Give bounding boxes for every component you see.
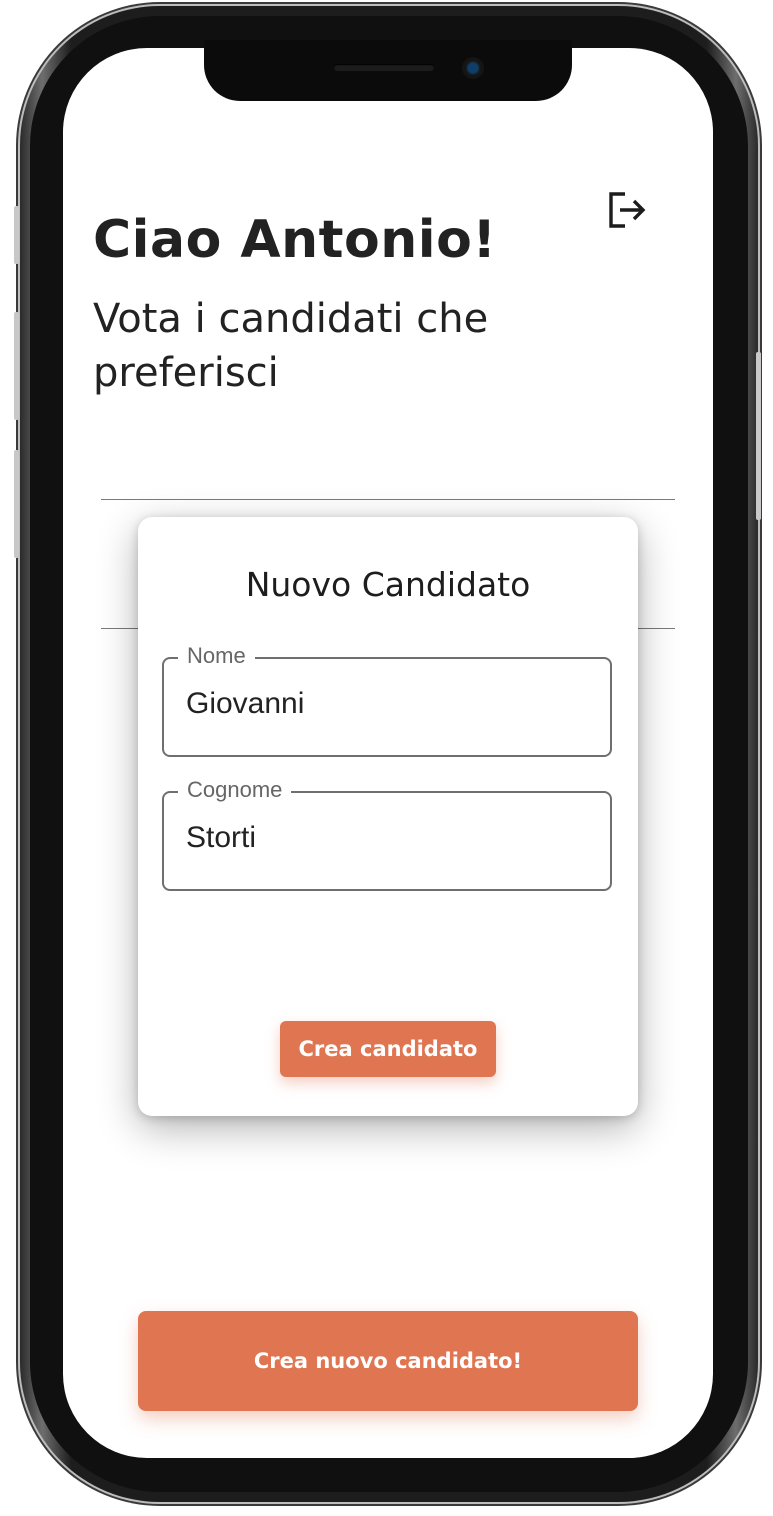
logout-icon	[609, 192, 646, 228]
volume-down-button	[14, 450, 19, 558]
volume-up-button	[14, 312, 19, 420]
create-candidate-button[interactable]: Crea candidato	[280, 1021, 496, 1077]
app-screen: Ciao Antonio! Vota i candidati che prefe…	[63, 48, 713, 1458]
new-candidate-button[interactable]: Crea nuovo candidato!	[138, 1311, 638, 1411]
front-camera	[462, 57, 484, 79]
last-name-label: Cognome	[178, 777, 292, 803]
silent-switch	[14, 206, 19, 264]
last-name-value: Storti	[186, 821, 257, 854]
last-name-field[interactable]: Cognome Storti	[162, 777, 612, 891]
greeting-title: Ciao Antonio!	[93, 210, 497, 270]
logout-button[interactable]	[605, 188, 649, 232]
divider-top	[101, 499, 675, 500]
page-subtitle: Vota i candidati che preferisci	[93, 296, 489, 396]
phone-notch	[204, 40, 572, 101]
first-name-value: Giovanni	[186, 687, 305, 720]
speaker-grille	[334, 64, 434, 71]
first-name-field[interactable]: Nome Giovanni	[162, 643, 612, 757]
new-candidate-dialog: Nuovo Candidato Nome Giovanni Cognome St…	[138, 517, 638, 1116]
first-name-label: Nome	[178, 643, 255, 669]
power-button	[756, 352, 761, 520]
dialog-title: Nuovo Candidato	[245, 565, 531, 604]
